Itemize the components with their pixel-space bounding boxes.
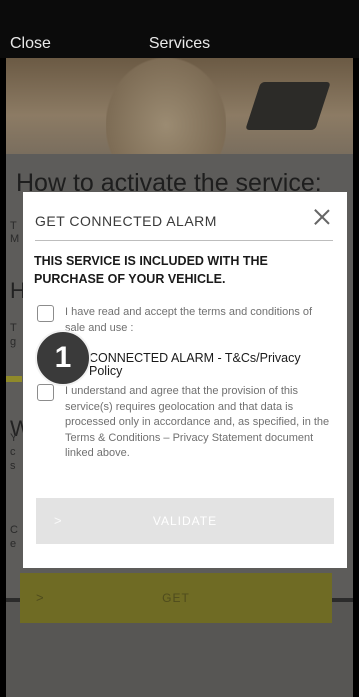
hero-laptop-shape [245, 82, 331, 130]
background-accent-line [6, 376, 22, 382]
background-text-fragment: e [10, 538, 17, 550]
background-text-fragment: C [10, 524, 18, 536]
step-number-badge: 1 [35, 330, 91, 386]
included-notice: THIS SERVICE IS INCLUDED WITH THE PURCHA… [34, 254, 268, 286]
background-text-fragment: T [10, 322, 17, 334]
terms-checkbox[interactable] [37, 305, 54, 322]
background-text-fragment: T [10, 220, 17, 232]
validate-button[interactable]: > VALIDATE [36, 498, 334, 544]
background-text-fragment: c [10, 446, 16, 458]
background-text-fragment: g [10, 336, 17, 348]
background-text-fragment: s [10, 460, 16, 472]
modal-title: GET CONNECTED ALARM [35, 213, 217, 229]
background-text-fragment: Y [10, 432, 18, 444]
geolocation-checkbox[interactable] [37, 384, 54, 401]
hero-person-shape [106, 58, 226, 154]
terms-document-link[interactable]: CONNECTED ALARM - T&Cs/Privacy Policy [89, 352, 329, 378]
page-title: Services [148, 35, 211, 52]
hero-image [6, 58, 353, 154]
get-button[interactable]: > GET [20, 573, 332, 623]
validate-button-label: VALIDATE [152, 514, 218, 528]
modal-divider [35, 240, 333, 241]
top-bar: Close Services [0, 0, 359, 58]
close-icon[interactable] [311, 206, 333, 228]
background-text-fragment: M [10, 233, 20, 245]
get-button-label: GET [162, 591, 190, 605]
app-frame: Close Services How to activate the servi… [0, 0, 359, 697]
geolocation-label: I understand and agree that the provisio… [65, 385, 330, 459]
chevron-right-icon: > [36, 590, 45, 605]
terms-label: I have read and accept the terms and con… [65, 306, 313, 334]
chevron-right-icon: > [54, 513, 63, 528]
